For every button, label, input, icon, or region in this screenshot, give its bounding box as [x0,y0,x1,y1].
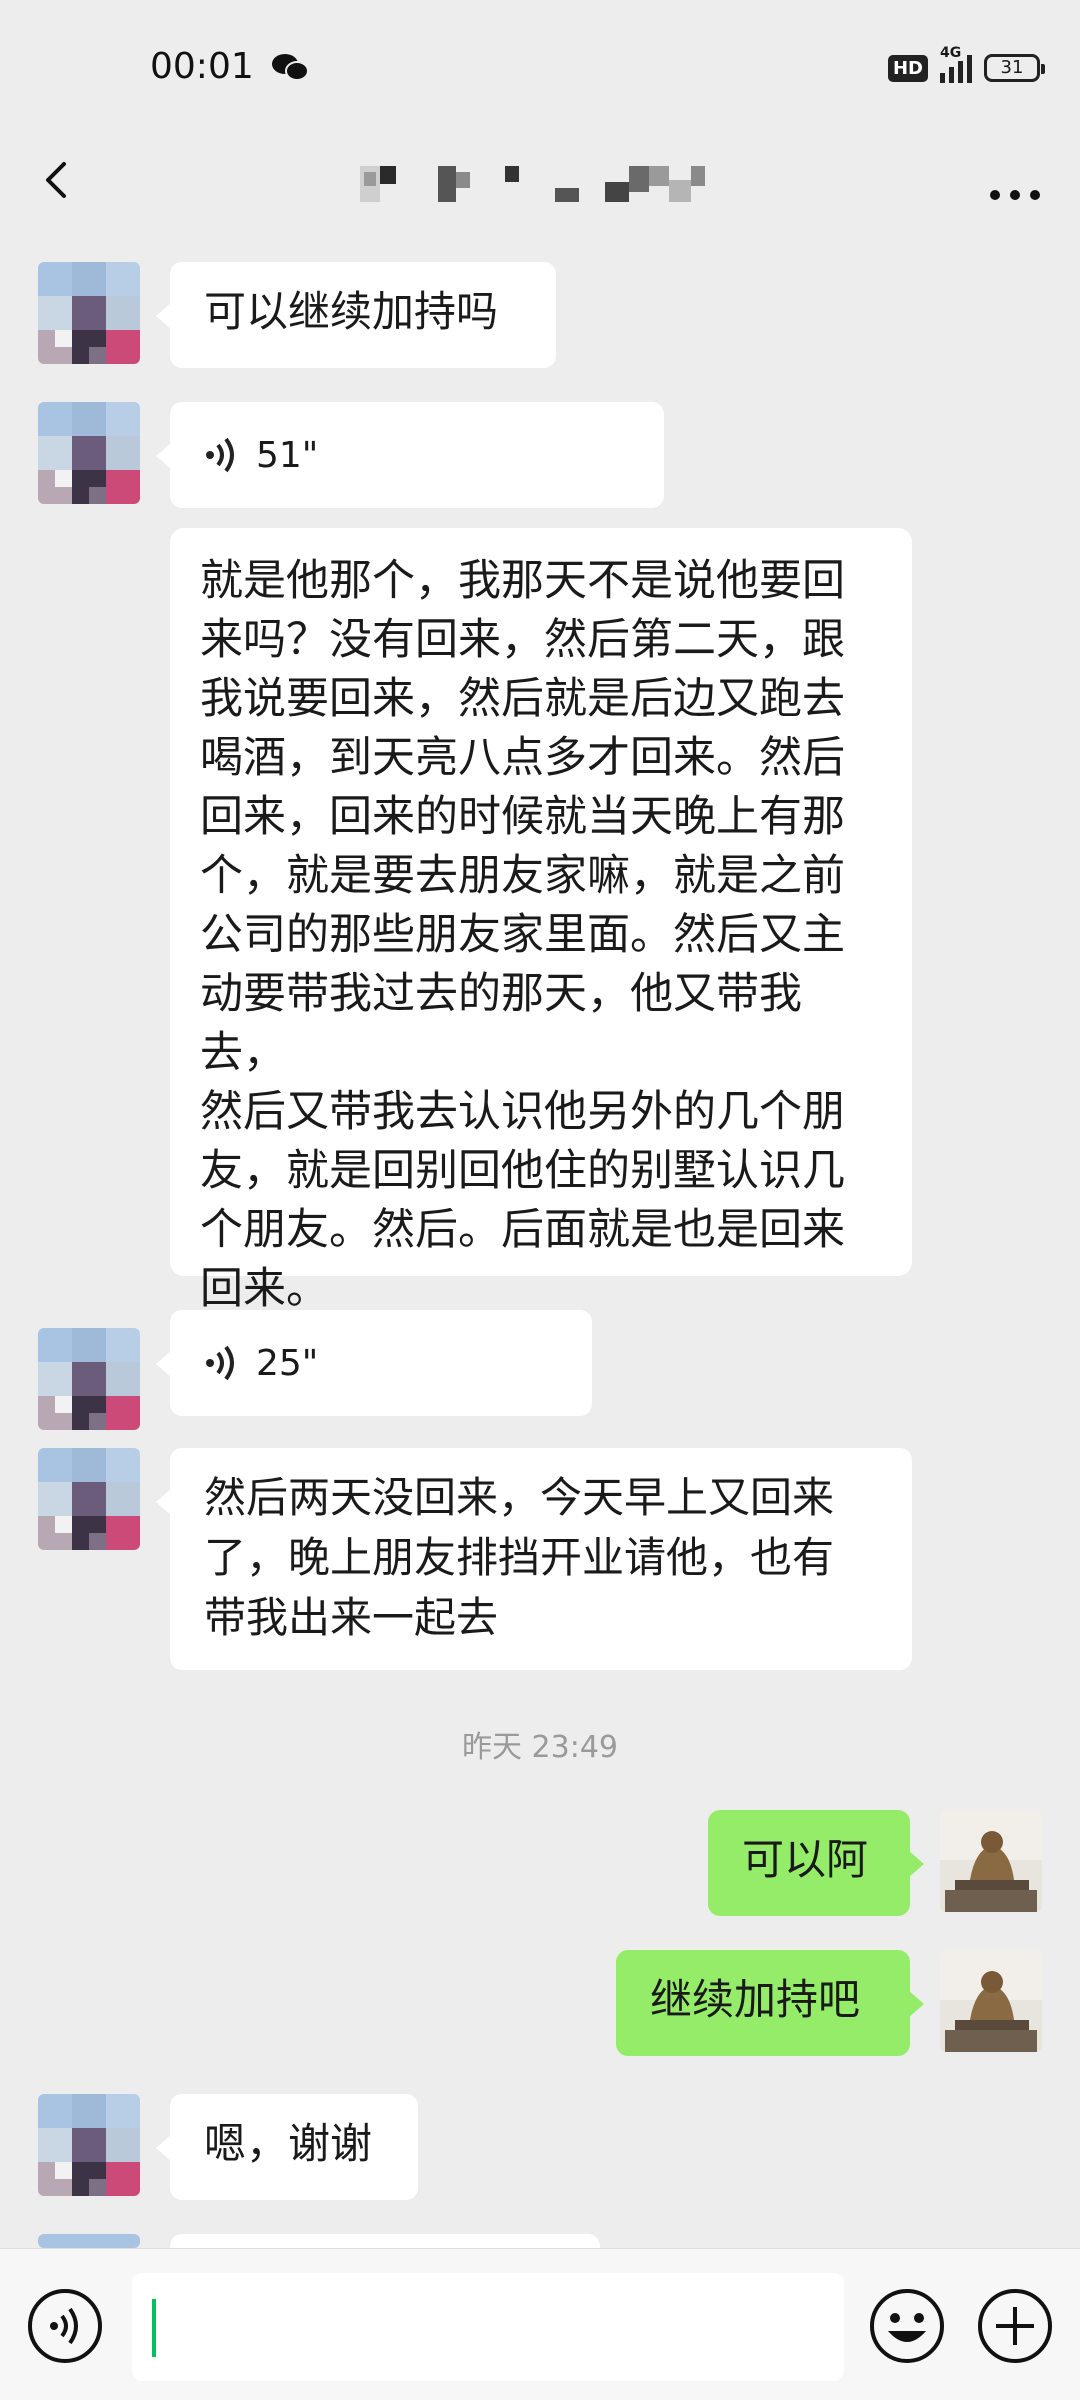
chat-timestamp: 昨天 23:49 [462,1730,618,1765]
voice-wave-icon [206,1345,234,1381]
message-text: 可以继续加持吗 [204,287,499,336]
voice-wave-icon [206,437,234,473]
own-avatar[interactable] [940,1810,1042,1912]
voice-duration: 25" [256,1342,319,1384]
message-text: 嗯，谢谢 [204,2119,373,2168]
voice-duration: 51" [256,434,319,476]
wechat-icon [272,54,309,81]
more-dots-icon[interactable] [980,150,1050,210]
status-indicators: HD 4G 31 [887,45,1045,88]
contact-avatar[interactable] [38,402,140,504]
transcript-text: 就是他那个，我那天不是说他要回 来吗？没有回来，然后第二天，跟 我说要回来，然后… [200,556,845,1314]
chat-input-bar [0,2248,1080,2400]
contact-avatar[interactable] [38,1328,140,1430]
message-bubble[interactable]: 嗯，谢谢 [156,2094,418,2200]
message-bubble[interactable]: 可以继续加持吗 [156,262,556,368]
voice-message-bubble[interactable]: 25" [156,1310,592,1416]
message-input[interactable] [132,2273,844,2381]
message-text: 可以阿 [742,1835,869,1884]
contact-avatar[interactable] [38,2094,140,2196]
network-type: 4G [940,45,962,61]
plus-icon[interactable] [976,2287,1054,2365]
back-arrow-icon[interactable] [30,150,90,210]
own-message-bubble[interactable]: 继续加持吧 [616,1950,924,2056]
signal-icon: 4G [940,45,972,83]
message-text: 继续加持吧 [650,1975,861,2024]
status-bar: 00:01 HD 4G 31 [0,0,1080,130]
chat-header [0,130,1080,230]
message-bubble[interactable]: 然后两天没回来，今天早上又回来 了，晚上朋友排挡开业请他，也有 带我出来一起去 [156,1448,912,1670]
emoji-icon[interactable] [868,2287,946,2365]
voice-input-icon[interactable] [26,2287,104,2365]
battery-level: 31 [1000,57,1024,78]
own-avatar[interactable] [940,1950,1042,2052]
text-cursor [152,2299,156,2357]
hd-badge: HD [887,54,928,82]
message-bubble-partial [170,2234,600,2248]
own-message-bubble[interactable]: 可以阿 [708,1810,924,1916]
contact-avatar[interactable] [38,1448,140,1550]
voice-message-bubble[interactable]: 51" [156,402,664,508]
chat-title-pixelated [360,166,705,202]
contact-avatar[interactable] [38,2234,140,2248]
message-text: 然后两天没回来，今天早上又回来 了，晚上朋友排挡开业请他，也有 带我出来一起去 [204,1473,835,1642]
battery-icon: 31 [984,54,1045,82]
status-time: 00:01 [150,46,254,87]
voice-transcript-bubble[interactable]: 就是他那个，我那天不是说他要回 来吗？没有回来，然后第二天，跟 我说要回来，然后… [170,528,912,1314]
contact-avatar[interactable] [38,262,140,364]
